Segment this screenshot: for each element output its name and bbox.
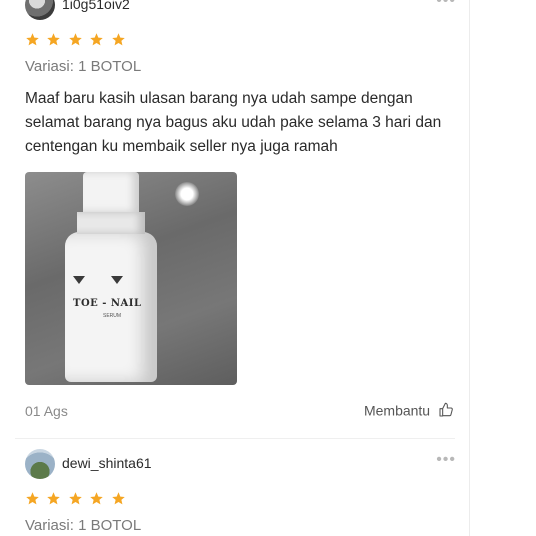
review-divider	[15, 438, 455, 439]
reviewer-row: 1i0g51oiv2 •••	[0, 0, 470, 22]
review-photo[interactable]: TOE - NAIL SERUM	[25, 172, 237, 385]
star-icon	[90, 33, 104, 46]
star-icon	[112, 33, 125, 46]
bottle-brand-text: TOE - NAIL	[73, 298, 142, 309]
review-text: Maaf baru kasih ulasan barang nya udah s…	[25, 90, 442, 155]
more-options-icon[interactable]: •••	[436, 0, 456, 10]
reviewer-username[interactable]: dewi_shinta61	[62, 455, 152, 471]
helpful-label: Membantu	[363, 402, 431, 419]
review-card: dewi_shinta61 ••• Variasi: 1 BOTOL	[0, 447, 470, 534]
star-icon	[26, 492, 39, 505]
variant-label: Variasi: 1 BOTOL	[25, 58, 142, 75]
rating-stars	[0, 491, 470, 513]
star-icon	[69, 492, 82, 505]
star-icon	[26, 33, 39, 46]
helpful-button[interactable]: Membantu	[364, 401, 454, 418]
thumbs-up-icon	[439, 403, 453, 417]
bottle-sub-text: SERUM	[103, 313, 122, 319]
label-mark	[73, 276, 85, 284]
light-glare	[175, 182, 199, 206]
avatar[interactable]	[25, 449, 55, 479]
bottle-cap	[83, 172, 139, 212]
reviewer-row: dewi_shinta61 •••	[0, 447, 470, 481]
more-options-icon[interactable]: •••	[436, 451, 456, 469]
review-feed: 1i0g51oiv2 ••• Variasi: 1 BOTOL Maaf bar…	[0, 0, 470, 536]
star-icon	[112, 492, 125, 505]
avatar[interactable]	[25, 0, 55, 20]
reviewer-username[interactable]: 1i0g51oiv2	[62, 0, 130, 12]
review-card: 1i0g51oiv2 ••• Variasi: 1 BOTOL Maaf bar…	[0, 0, 470, 431]
star-icon	[90, 492, 104, 505]
star-icon	[69, 33, 82, 46]
review-meta-row: 01 Ags Membantu	[0, 395, 470, 431]
variant-label: Variasi: 1 BOTOL	[25, 517, 142, 534]
label-mark	[111, 276, 123, 284]
star-icon	[47, 33, 61, 46]
star-icon	[47, 492, 61, 505]
right-panel-edge	[469, 0, 536, 536]
review-date: 01 Ags	[25, 403, 68, 419]
rating-stars	[0, 32, 470, 54]
bottle-neck	[77, 212, 145, 234]
